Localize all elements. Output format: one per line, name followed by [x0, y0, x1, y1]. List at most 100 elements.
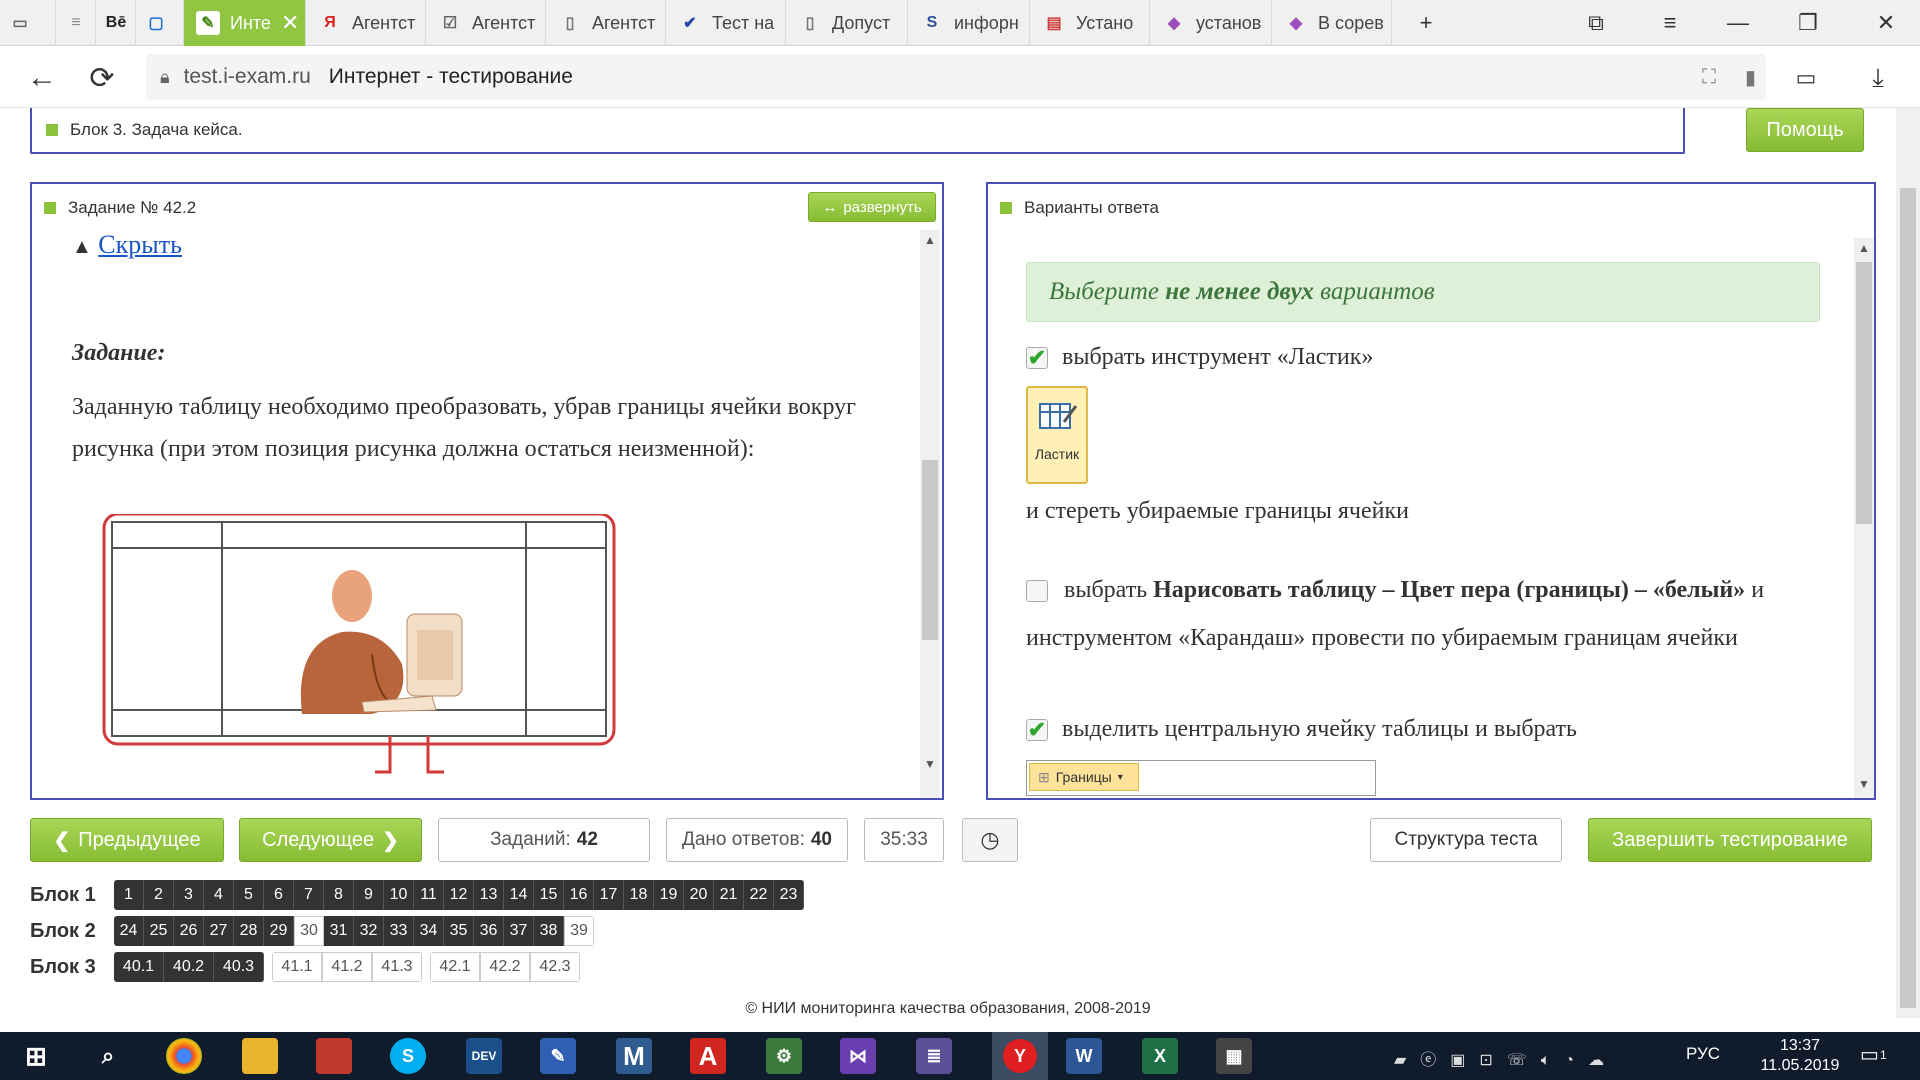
tray-icons[interactable]: ▰ⓔ▣⊡☏🔈︎◔☁︎	[1394, 1046, 1618, 1070]
question-22[interactable]: 22	[744, 880, 774, 910]
question-4[interactable]: 4	[204, 880, 234, 910]
close-icon[interactable]: ✕	[1856, 0, 1916, 46]
question-2[interactable]: 2	[144, 880, 174, 910]
finish-button[interactable]: Завершить тестирование	[1588, 818, 1872, 862]
answers-scroll-thumb[interactable]	[1856, 262, 1872, 524]
autocad-icon[interactable]	[316, 1038, 352, 1074]
url-field[interactable]: 🔒︎ test.i-exam.ru Интернет - тестировани…	[146, 54, 1766, 100]
prev-button[interactable]: ❮ Предыдущее	[30, 818, 224, 862]
browser-tab-12[interactable]: ◆ установ	[1150, 0, 1272, 46]
back-icon[interactable]: ←	[20, 56, 64, 100]
question-19[interactable]: 19	[654, 880, 684, 910]
autocad-a-icon[interactable]: A	[690, 1038, 726, 1074]
question-1[interactable]: 1	[114, 880, 144, 910]
windows-start-icon[interactable]: ⊞	[18, 1038, 54, 1074]
question-18[interactable]: 18	[624, 880, 654, 910]
task-scrollbar[interactable]: ▲ ▼	[920, 230, 940, 798]
question-12[interactable]: 12	[444, 880, 474, 910]
question-20[interactable]: 20	[684, 880, 714, 910]
language-indicator[interactable]: РУС	[1686, 1044, 1720, 1064]
question-30[interactable]: 30	[294, 916, 324, 946]
question-42.2[interactable]: 42.2	[480, 952, 530, 982]
folder-icon[interactable]	[242, 1038, 278, 1074]
browser-tab-6[interactable]: ☑ Агентст	[426, 0, 546, 46]
question-41.2[interactable]: 41.2	[322, 952, 372, 982]
question-24[interactable]: 24	[114, 916, 144, 946]
reader-icon[interactable]: ⛶	[1702, 66, 1716, 89]
question-42.3[interactable]: 42.3	[530, 952, 580, 982]
question-15[interactable]: 15	[534, 880, 564, 910]
clock-button[interactable]: ◷	[962, 818, 1018, 862]
option-1[interactable]: ✔ выбрать инструмент «Ластик»	[1026, 344, 1373, 371]
yandex-browser-icon[interactable]: Y	[992, 1032, 1048, 1080]
word-icon[interactable]: W	[1066, 1038, 1102, 1074]
question-31[interactable]: 31	[324, 916, 354, 946]
calculator-icon[interactable]: ▦	[1216, 1038, 1252, 1074]
question-32[interactable]: 32	[354, 916, 384, 946]
scroll-up-icon[interactable]: ▲	[920, 230, 940, 250]
answers-scrollbar[interactable]: ▲ ▼	[1854, 238, 1874, 798]
question-40.3[interactable]: 40.3	[214, 952, 264, 982]
browser-tab-1[interactable]: ≡	[56, 0, 96, 46]
answers-scroll-down-icon[interactable]: ▼	[1854, 774, 1874, 794]
scroll-down-icon[interactable]: ▼	[920, 754, 940, 774]
question-16[interactable]: 16	[564, 880, 594, 910]
minimize-icon[interactable]: —	[1708, 0, 1768, 46]
browser-tab-9[interactable]: ▯ Допуст	[786, 0, 908, 46]
clock[interactable]: 13:37 11.05.2019	[1756, 1036, 1844, 1076]
question-37[interactable]: 37	[504, 916, 534, 946]
option-3[interactable]: ✔ выделить центральную ячейку таблицы и …	[1026, 716, 1577, 743]
restore-icon[interactable]: ❐	[1778, 0, 1838, 46]
structure-button[interactable]: Структура теста	[1370, 818, 1562, 862]
question-29[interactable]: 29	[264, 916, 294, 946]
paint-icon[interactable]: ✎	[540, 1038, 576, 1074]
skype-icon[interactable]: S	[390, 1038, 426, 1074]
reload-icon[interactable]: ⟳	[80, 56, 124, 100]
tool-icon[interactable]: ⚙	[766, 1038, 802, 1074]
question-9[interactable]: 9	[354, 880, 384, 910]
page-scrollbar[interactable]	[1896, 108, 1920, 1018]
search-icon[interactable]: ⌕	[90, 1038, 126, 1074]
option-2[interactable]: ✔ выбрать Нарисовать таблицу – Цвет пера…	[1026, 566, 1826, 662]
question-26[interactable]: 26	[174, 916, 204, 946]
help-button[interactable]: Помощь	[1746, 108, 1864, 152]
question-35[interactable]: 35	[444, 916, 474, 946]
notifications-icon[interactable]: ▭ 1	[1860, 1042, 1900, 1070]
browser-tab-8[interactable]: ✔ Тест на	[666, 0, 786, 46]
question-10[interactable]: 10	[384, 880, 414, 910]
question-28[interactable]: 28	[234, 916, 264, 946]
download-icon[interactable]: ⤓	[1856, 56, 1900, 100]
question-21[interactable]: 21	[714, 880, 744, 910]
mathcad-icon[interactable]: M	[616, 1038, 652, 1074]
question-11[interactable]: 11	[414, 880, 444, 910]
question-40.1[interactable]: 40.1	[114, 952, 164, 982]
question-33[interactable]: 33	[384, 916, 414, 946]
question-23[interactable]: 23	[774, 880, 804, 910]
question-39[interactable]: 39	[564, 916, 594, 946]
option-1-checkbox[interactable]: ✔	[1026, 345, 1048, 370]
question-34[interactable]: 34	[414, 916, 444, 946]
answers-scroll-up-icon[interactable]: ▲	[1854, 238, 1874, 258]
devcpp-icon[interactable]: DEV	[466, 1038, 502, 1074]
question-25[interactable]: 25	[144, 916, 174, 946]
question-36[interactable]: 36	[474, 916, 504, 946]
question-41.1[interactable]: 41.1	[272, 952, 322, 982]
hide-link[interactable]: ▲ Скрыть	[72, 230, 182, 260]
option-2-checkbox[interactable]: ✔	[1026, 580, 1048, 603]
question-17[interactable]: 17	[594, 880, 624, 910]
browser-tab-10[interactable]: Sинфорн	[908, 0, 1030, 46]
question-41.3[interactable]: 41.3	[372, 952, 422, 982]
bookmark-icon[interactable]: ▮	[1745, 65, 1756, 90]
app-icon[interactable]: ≣	[916, 1038, 952, 1074]
question-38[interactable]: 38	[534, 916, 564, 946]
question-42.1[interactable]: 42.1	[430, 952, 480, 982]
next-button[interactable]: Следующее ❯	[239, 818, 422, 862]
collections-icon[interactable]: ⧉	[1566, 0, 1626, 46]
question-5[interactable]: 5	[234, 880, 264, 910]
browser-tab-5[interactable]: Я Агентст	[306, 0, 426, 46]
browser-tab-13[interactable]: ◆ В сорев	[1272, 0, 1392, 46]
menu-icon[interactable]: ≡	[1640, 0, 1700, 46]
page-scroll-thumb[interactable]	[1900, 188, 1916, 1008]
browser-tab-0[interactable]: ▭	[0, 0, 56, 46]
question-13[interactable]: 13	[474, 880, 504, 910]
